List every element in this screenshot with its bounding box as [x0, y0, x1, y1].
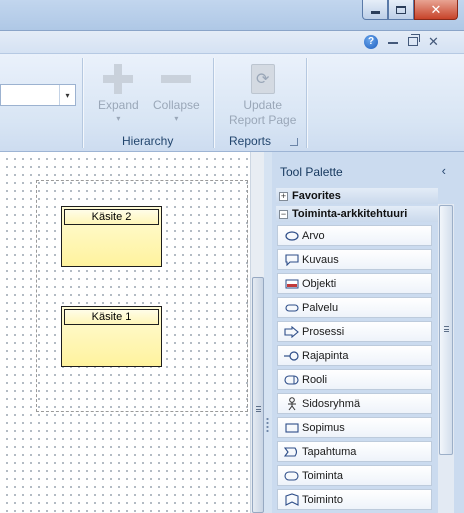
palette-item-label: Palvelu: [302, 301, 339, 314]
activity-icon: [284, 493, 299, 506]
palette-item-sidosryhma[interactable]: Sidosryhmä: [277, 393, 432, 414]
ribbon: ▾ Expand ▾ Collapse ▾ Hierarchy ⟳ Update…: [0, 54, 464, 152]
event-icon: [284, 446, 299, 458]
palette-item-label: Kuvaus: [302, 253, 339, 266]
role-icon: [284, 374, 299, 386]
palette-title: Tool Palette: [280, 165, 343, 179]
tool-palette: Tool Palette ‹ + Favorites − Toiminta-ar…: [272, 152, 464, 513]
group-separator: [213, 58, 214, 148]
scrollbar-thumb[interactable]: [439, 205, 453, 455]
palette-item-palvelu[interactable]: Palvelu: [277, 297, 432, 318]
window-controls: ✕: [362, 0, 458, 20]
group-separator: [306, 58, 307, 148]
chevron-down-icon[interactable]: ▾: [59, 85, 75, 105]
grip-icon: [256, 406, 261, 412]
palette-item-objekti[interactable]: Objekti: [277, 273, 432, 294]
concept-label: Käsite 1: [64, 309, 159, 325]
scrollbar-thumb[interactable]: [252, 277, 264, 513]
concept-shape[interactable]: Käsite 1: [61, 306, 162, 367]
palette-item-label: Objekti: [302, 277, 337, 290]
ribbon-minimize-icon[interactable]: [388, 42, 398, 44]
collapse-panel-icon[interactable]: ‹: [442, 163, 446, 178]
palette-vertical-scrollbar[interactable]: [438, 204, 454, 513]
palette-item-label: Rooli: [302, 373, 328, 386]
chevron-down-icon: ▾: [174, 114, 179, 123]
ribbon-window-controls: ? ✕: [364, 34, 439, 49]
section-favorites[interactable]: + Favorites: [276, 188, 438, 204]
ribbon-close-icon[interactable]: ✕: [428, 35, 439, 49]
window-titlebar: ✕: [0, 0, 464, 30]
window-minimize-button[interactable]: [362, 0, 388, 20]
help-icon[interactable]: ?: [364, 35, 378, 49]
ellipse-icon: [284, 230, 299, 242]
group-separator: [82, 58, 83, 148]
section-label: Favorites: [292, 190, 341, 202]
stakeholder-icon: [284, 396, 299, 410]
palette-item-tapahtuma[interactable]: Tapahtuma: [277, 441, 432, 462]
palette-item-arvo[interactable]: Arvo: [277, 225, 432, 246]
palette-item-rooli[interactable]: Rooli: [277, 369, 432, 390]
palette-item-label: Prosessi: [302, 325, 345, 338]
update-label-line1: Update: [243, 98, 283, 112]
palette-item-label: Toiminta: [302, 469, 343, 482]
rounded-rect-icon: [284, 302, 299, 314]
minus-icon: [161, 64, 192, 94]
update-report-page-button[interactable]: ⟳ Update Report Page: [229, 64, 296, 128]
arrow-shape-icon: [284, 325, 299, 338]
window-close-button[interactable]: ✕: [414, 0, 458, 20]
plus-icon: [103, 64, 134, 94]
dialog-launcher-icon[interactable]: [290, 138, 298, 146]
minimize-icon: [370, 11, 380, 14]
update-label: Update Report Page: [229, 98, 296, 128]
expand-label: Expand: [98, 98, 139, 112]
ribbon-restore-icon[interactable]: [408, 34, 420, 46]
concept-label: Käsite 2: [64, 209, 159, 225]
expand-icon[interactable]: +: [279, 191, 288, 201]
reports-group-label: Reports: [229, 134, 272, 148]
chevron-down-icon: ▾: [116, 114, 121, 123]
palette-item-rajapinta[interactable]: Rajapinta: [277, 345, 432, 366]
hierarchy-group-label: Hierarchy: [122, 134, 174, 148]
ribbon-tab-bar: ? ✕: [0, 30, 464, 54]
section-label: Toiminta-arkkitehtuuri: [292, 208, 408, 220]
palette-item-label: Rajapinta: [302, 349, 349, 362]
callout-icon: [284, 253, 299, 266]
pane-splitter[interactable]: [264, 152, 272, 513]
palette-item-prosessi[interactable]: Prosessi: [277, 321, 432, 342]
canvas-vertical-scrollbar[interactable]: [250, 152, 264, 513]
function-icon: [284, 470, 299, 482]
window-maximize-button[interactable]: [388, 0, 414, 20]
diagram-canvas[interactable]: Käsite 2 Käsite 1: [0, 152, 250, 513]
palette-item-toiminto[interactable]: Toiminto: [277, 489, 432, 510]
refresh-icon: ⟳: [250, 64, 275, 94]
palette-item-toiminta[interactable]: Toiminta: [277, 465, 432, 486]
palette-item-kuvaus[interactable]: Kuvaus: [277, 249, 432, 270]
close-icon: ✕: [430, 2, 442, 17]
concept-shape[interactable]: Käsite 2: [61, 206, 162, 267]
collapse-button[interactable]: Collapse ▾: [153, 64, 200, 123]
section-toiminta-arkkitehtuuri[interactable]: − Toiminta-arkkitehtuuri: [276, 206, 438, 222]
collapse-label: Collapse: [153, 98, 200, 112]
maximize-icon: [396, 5, 406, 14]
palette-item-label: Sopimus: [302, 421, 345, 434]
object-icon: [284, 278, 299, 290]
palette-item-label: Tapahtuma: [302, 445, 357, 458]
grip-icon: [444, 326, 449, 332]
palette-item-label: Arvo: [302, 229, 325, 242]
palette-item-label: Sidosryhmä: [302, 397, 361, 410]
grip-icon: [266, 417, 269, 432]
collapse-icon[interactable]: −: [279, 209, 288, 219]
ribbon-combo-box[interactable]: ▾: [0, 84, 76, 106]
update-label-line2: Report Page: [229, 113, 297, 127]
palette-item-label: Toiminto: [302, 493, 343, 506]
contract-icon: [284, 422, 299, 434]
palette-item-sopimus[interactable]: Sopimus: [277, 417, 432, 438]
interface-icon: [284, 350, 299, 362]
expand-button[interactable]: Expand ▾: [98, 64, 139, 123]
